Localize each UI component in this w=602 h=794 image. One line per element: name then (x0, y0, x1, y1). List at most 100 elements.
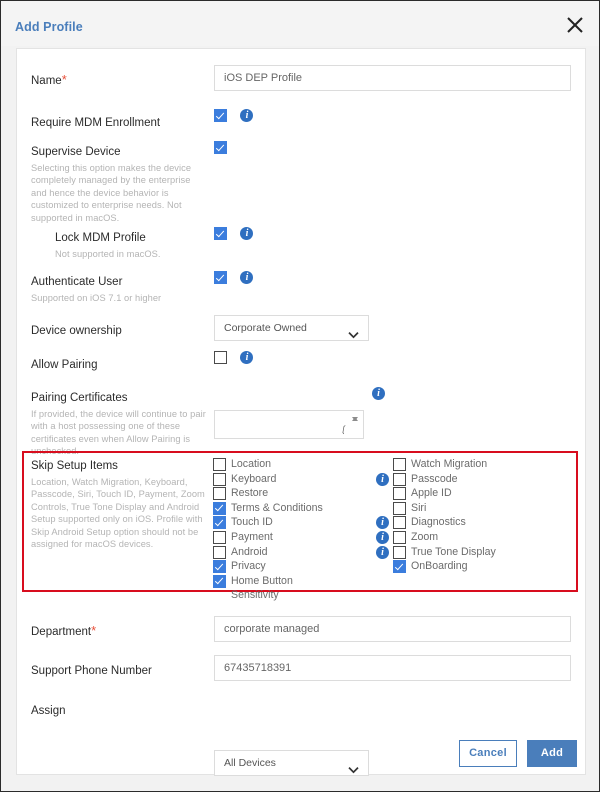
device-ownership-label-text: Device ownership (31, 325, 122, 337)
device-ownership-value: Corporate Owned (224, 322, 307, 334)
skip-setup-right-info-icon-diagnostics[interactable]: i (376, 516, 389, 530)
required-marker-department: * (91, 623, 97, 638)
field-authenticate-user-label: Authenticate User Supported on iOS 7.1 o… (31, 275, 206, 304)
chevron-down-icon (348, 324, 359, 339)
skip-setup-left-checkbox-home-button-sensitivity[interactable] (213, 574, 226, 588)
pairing-certificates-input[interactable]: ❲ (214, 410, 364, 439)
skip-setup-left-checkbox-privacy[interactable] (213, 560, 226, 574)
skip-setup-right-label-siri: Siri (411, 501, 427, 514)
skip-setup-left-checkbox-location[interactable] (213, 458, 226, 471)
skip-setup-left-label-payment: Payment (231, 531, 273, 543)
skip-setup-left-label-restore: Restore (231, 487, 269, 500)
device-ownership-select[interactable]: Corporate Owned (214, 315, 369, 341)
lock-mdm-checkbox[interactable] (214, 227, 227, 240)
assign-value: All Devices (224, 757, 276, 769)
supervise-device-description: Selecting this option makes the device c… (31, 163, 192, 223)
require-mdm-label-text: Require MDM Enrollment (31, 117, 161, 129)
skip-setup-left-label-touch-id: Touch ID (231, 516, 273, 529)
skip-setup-description: Location, Watch Migration, Keyboard, Pas… (31, 477, 205, 550)
field-assign-label: Assign (31, 701, 66, 719)
page-title: Add Profile (15, 20, 83, 34)
pairing-certificates-description: If provided, the device will continue to… (31, 409, 206, 457)
authenticate-user-checkbox[interactable] (214, 271, 227, 284)
field-skip-setup-label: Skip Setup Items Location, Watch Migrati… (31, 459, 211, 550)
support-phone-input[interactable] (214, 655, 571, 681)
authenticate-user-label-text: Authenticate User (31, 276, 123, 288)
skip-setup-left-label-terms-conditions: Terms & Conditions (231, 501, 323, 514)
skip-setup-left-checkbox-terms-conditions[interactable] (213, 501, 226, 515)
authenticate-user-info-icon[interactable]: i (240, 271, 254, 284)
skip-setup-right-checkbox-onboarding[interactable] (393, 560, 406, 574)
skip-setup-left-checkbox-keyboard[interactable] (213, 472, 226, 486)
skip-setup-left-label-android: Android (231, 545, 268, 558)
require-mdm-info-icon[interactable]: i (240, 109, 254, 122)
skip-setup-right-label-diagnostics: Diagnostics (411, 516, 466, 529)
assign-label-text: Assign (31, 705, 66, 717)
skip-setup-right-checkbox-zoom[interactable] (393, 531, 406, 544)
skip-setup-right-label-onboarding: OnBoarding (411, 560, 468, 573)
lock-mdm-info-icon[interactable]: i (240, 227, 254, 240)
field-name-label: Name* (31, 71, 67, 89)
allow-pairing-checkbox[interactable] (214, 351, 227, 364)
chevron-down-icon-assign (348, 759, 359, 774)
supervise-device-label-text: Supervise Device (31, 146, 121, 158)
skip-setup-left-label-keyboard: Keyboard (231, 472, 277, 485)
skip-setup-left-checkbox-restore[interactable] (213, 487, 226, 501)
skip-setup-left-checkbox-payment[interactable] (213, 531, 226, 544)
lock-mdm-label-text: Lock MDM Profile (55, 232, 146, 244)
dialog-header: Add Profile (1, 1, 599, 46)
skip-setup-right-checkbox-true-tone-display[interactable] (393, 545, 406, 559)
field-device-ownership-label: Device ownership (31, 321, 122, 339)
add-profile-dialog: Add Profile Name* Require MDM Enrollment… (0, 0, 600, 792)
skip-setup-right-label-true-tone-display: True Tone Display (411, 545, 496, 558)
field-support-phone-label: Support Phone Number (31, 661, 152, 679)
supervise-device-controls (214, 141, 227, 159)
skip-setup-right-checkbox-diagnostics[interactable] (393, 516, 406, 530)
supervise-device-checkbox[interactable] (214, 141, 227, 154)
add-button[interactable]: Add (527, 740, 577, 767)
pairing-certificates-info-wrap: i (372, 387, 385, 405)
skip-setup-label-text: Skip Setup Items (31, 460, 118, 472)
skip-setup-right-label-watch-migration: Watch Migration (411, 458, 488, 470)
field-department-label: Department* (31, 622, 96, 640)
close-icon[interactable] (565, 15, 585, 35)
dialog-body: Name* Require MDM Enrollment i Supervise… (16, 48, 586, 776)
authenticate-user-controls: i (214, 271, 254, 289)
skip-setup-right-checkbox-siri[interactable] (393, 501, 406, 515)
skip-setup-left-label-location: Location (231, 458, 272, 470)
pairing-certificates-label-text: Pairing Certificates (31, 392, 128, 404)
skip-setup-left-checkbox-touch-id[interactable] (213, 516, 226, 530)
skip-setup-right-checkbox-watch-migration[interactable] (393, 458, 406, 471)
skip-setup-right-checkbox-passcode[interactable] (393, 472, 406, 486)
pairing-certificates-caret-icon: ❲ (339, 423, 349, 435)
department-label-text: Department (31, 626, 92, 638)
allow-pairing-label-text: Allow Pairing (31, 359, 98, 371)
name-label-text: Name (31, 75, 62, 87)
skip-setup-left-label-privacy: Privacy (231, 560, 266, 573)
skip-setup-right-info-icon-zoom[interactable]: i (376, 531, 389, 544)
require-mdm-controls: i (214, 109, 254, 127)
lock-mdm-description: Not supported in macOS. (55, 249, 161, 259)
skip-setup-left-checkbox-android[interactable] (213, 545, 226, 559)
skip-setup-right-info-icon-passcode[interactable]: i (376, 472, 389, 486)
pairing-certificates-spinner[interactable] (350, 413, 361, 438)
pairing-certificates-info-icon[interactable]: i (372, 387, 385, 400)
support-phone-label-text: Support Phone Number (31, 665, 152, 677)
assign-select[interactable]: All Devices (214, 750, 369, 776)
skip-setup-right-checkbox-apple-id[interactable] (393, 487, 406, 501)
field-supervise-device-label: Supervise Device Selecting this option m… (31, 145, 206, 224)
skip-setup-left-label-home-button-sensitivity: Home Button Sensitivity (231, 574, 293, 602)
field-pairing-certificates-label: Pairing Certificates If provided, the de… (31, 391, 209, 458)
required-marker: * (61, 72, 67, 87)
authenticate-user-description: Supported on iOS 7.1 or higher (31, 293, 162, 303)
cancel-button[interactable]: Cancel (459, 740, 517, 767)
lock-mdm-controls: i (214, 227, 254, 245)
skip-setup-right-label-passcode: Passcode (411, 472, 458, 485)
require-mdm-checkbox[interactable] (214, 109, 227, 122)
allow-pairing-info-icon[interactable]: i (240, 351, 254, 364)
skip-setup-right-label-zoom: Zoom (411, 531, 439, 543)
department-input[interactable] (214, 616, 571, 642)
name-input[interactable] (214, 65, 571, 91)
field-lock-mdm-label: Lock MDM Profile Not supported in macOS. (55, 231, 215, 260)
skip-setup-right-info-icon-true-tone-display[interactable]: i (376, 545, 389, 559)
